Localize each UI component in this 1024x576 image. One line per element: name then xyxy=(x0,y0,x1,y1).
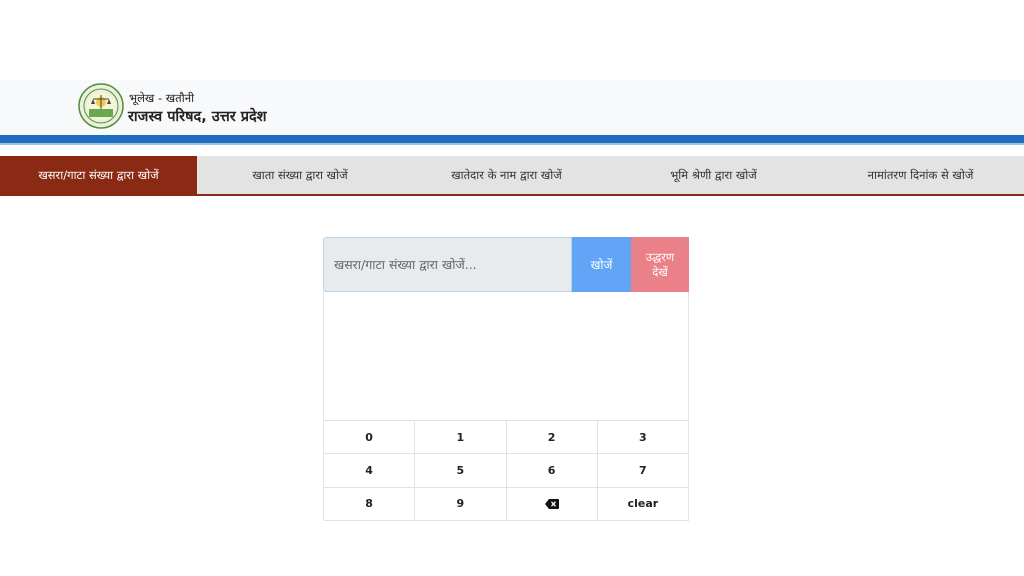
tab-khata-search[interactable]: खाता संख्या द्वारा खोजें xyxy=(197,156,403,194)
search-bar: खोजें उद्धरण देखें xyxy=(323,237,689,292)
backspace-icon xyxy=(544,498,559,509)
tab-mutation-date-search[interactable]: नामांतरण दिनांक से खोजें xyxy=(817,156,1024,194)
search-button[interactable]: खोजें xyxy=(572,237,631,292)
header-divider-shadow xyxy=(0,143,1024,145)
khasra-search-input[interactable] xyxy=(323,237,572,292)
site-title: राजस्व परिषद, उत्तर प्रदेश xyxy=(128,109,267,125)
search-tabs: खसरा/गाटा संख्या द्वारा खोजें खाता संख्य… xyxy=(0,156,1024,196)
search-results-area xyxy=(323,292,689,421)
keypad-key-0[interactable]: 0 xyxy=(324,421,416,455)
site-header: भूलेख - खतौनी राजस्व परिषद, उत्तर प्रदेश xyxy=(0,80,1024,135)
header-divider xyxy=(0,135,1024,143)
keypad-key-3[interactable]: 3 xyxy=(597,421,689,455)
emblem-seal-icon xyxy=(78,83,124,129)
view-extract-label-line2: देखें xyxy=(652,264,668,279)
tab-owner-name-search[interactable]: खातेदार के नाम द्वारा खोजें xyxy=(403,156,610,194)
keypad-key-1[interactable]: 1 xyxy=(415,421,507,455)
keypad-key-8[interactable]: 8 xyxy=(324,487,416,521)
tab-khasra-search[interactable]: खसरा/गाटा संख्या द्वारा खोजें xyxy=(0,156,197,194)
tab-land-category-search[interactable]: भूमि श्रेणी द्वारा खोजें xyxy=(610,156,817,194)
keypad-key-9[interactable]: 9 xyxy=(415,487,507,521)
keypad-key-4[interactable]: 4 xyxy=(324,454,416,488)
keypad-backspace-button[interactable] xyxy=(506,487,598,521)
view-extract-label-line1: उद्धरण xyxy=(645,249,675,264)
numeric-keypad: 0 1 2 3 4 5 6 7 8 9 clear xyxy=(323,420,689,521)
keypad-key-7[interactable]: 7 xyxy=(597,454,689,488)
keypad-clear-button[interactable]: clear xyxy=(597,487,689,521)
keypad-key-6[interactable]: 6 xyxy=(506,454,598,488)
site-subtitle: भूलेख - खतौनी xyxy=(129,91,195,105)
view-extract-button[interactable]: उद्धरण देखें xyxy=(631,237,689,292)
keypad-key-5[interactable]: 5 xyxy=(415,454,507,488)
keypad-key-2[interactable]: 2 xyxy=(506,421,598,455)
